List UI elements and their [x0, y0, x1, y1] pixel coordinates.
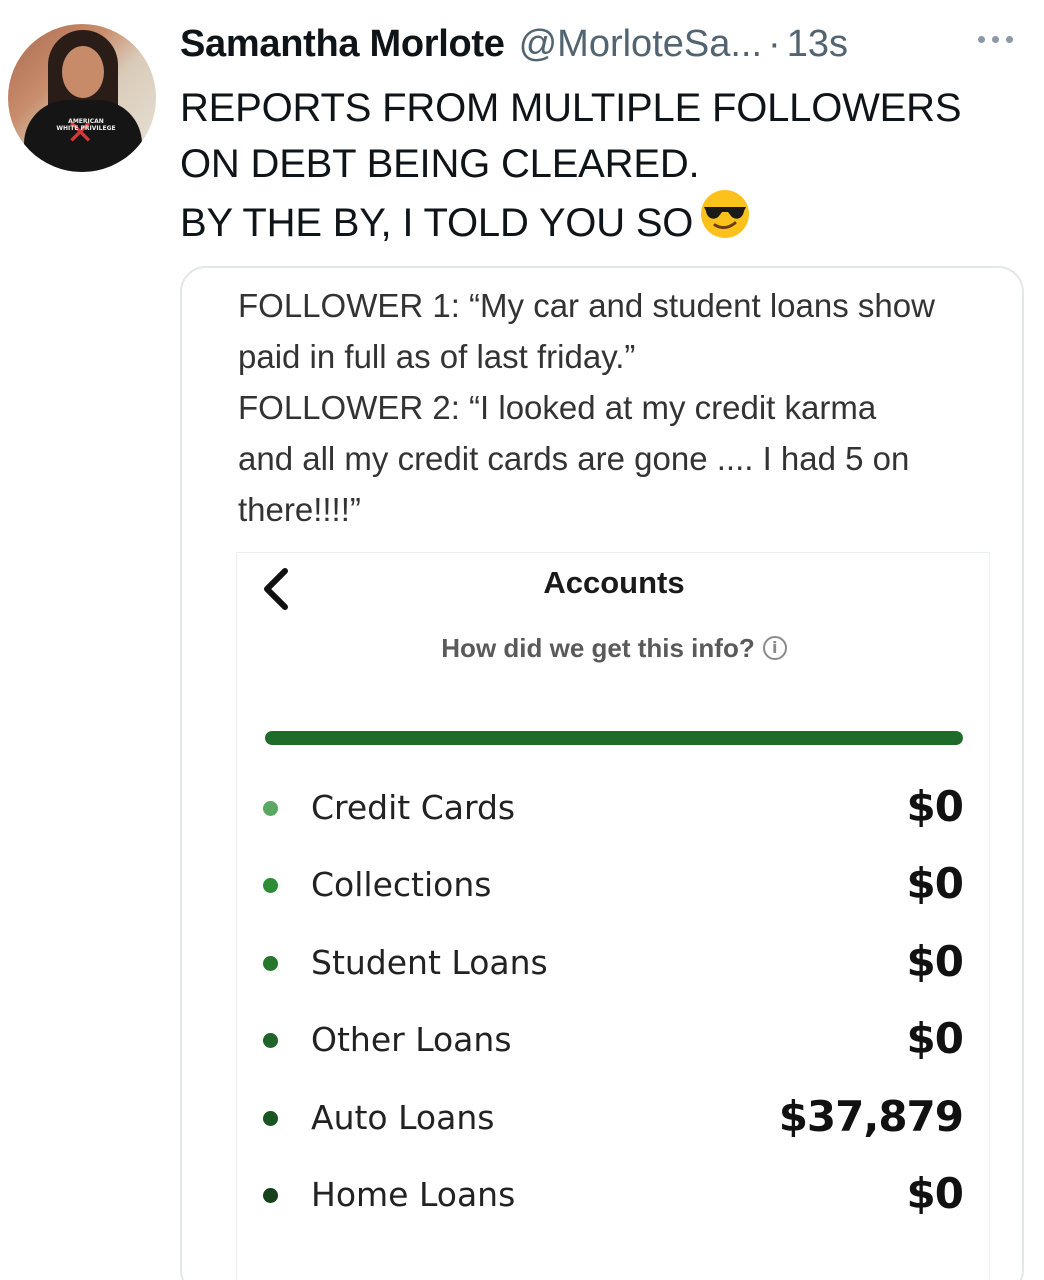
accounts-title: Accounts — [543, 565, 685, 600]
account-label: Student Loans — [311, 942, 548, 982]
tweet-text: REPORTS FROM MULTIPLE FOLLOWERS ON DEBT … — [180, 80, 962, 259]
account-row[interactable]: Auto Loans $37,879 — [237, 1088, 991, 1148]
progress-fill — [265, 731, 963, 745]
more-dot — [1006, 36, 1013, 43]
tweet-header: Samantha Morlote @MorloteSa... · 13s — [180, 22, 848, 66]
account-value: $0 — [906, 859, 964, 909]
account-value: $0 — [906, 936, 964, 986]
account-label: Credit Cards — [311, 788, 516, 827]
bullet-icon — [263, 1188, 278, 1203]
more-options-icon[interactable] — [978, 30, 1013, 49]
tweet-line: ON DEBT BEING CLEARED. — [180, 142, 700, 186]
bullet-icon — [263, 1110, 278, 1126]
account-row[interactable]: Credit Cards $0 — [237, 778, 991, 838]
tweet-line-with-emoji: BY THE BY, I TOLD YOU SO — [180, 190, 961, 259]
avatar-face — [62, 46, 104, 98]
quote-line: there!!!!” — [238, 491, 361, 528]
account-row[interactable]: Other Loans $0 — [237, 1010, 991, 1070]
account-row[interactable]: Collections $0 — [237, 855, 991, 915]
account-label: Other Loans — [311, 1020, 512, 1060]
quote-line: paid in full as of last friday.” — [238, 338, 636, 375]
quoted-text: FOLLOWER 1: “My car and student loans sh… — [238, 280, 935, 535]
account-value: $0 — [906, 782, 964, 831]
quote-line: FOLLOWER 1: “My car and student loans sh… — [238, 287, 935, 324]
author-handle[interactable]: @MorloteSa... — [519, 23, 762, 66]
bullet-icon — [263, 878, 278, 894]
header-separator: · — [768, 22, 781, 65]
account-value: $37,879 — [778, 1091, 964, 1141]
tweet-line: REPORTS FROM MULTIPLE FOLLOWERS — [180, 86, 962, 130]
account-label: Collections — [311, 865, 492, 905]
accounts-screenshot: Accounts How did we get this info? i Cred… — [236, 552, 990, 1280]
author-avatar[interactable]: ✕ AMERICAN WHITE PRIVILEGE — [8, 24, 156, 172]
quote-line: FOLLOWER 2: “I looked at my credit karma — [238, 389, 877, 426]
account-label: Home Loans — [311, 1175, 516, 1214]
bullet-icon — [263, 801, 278, 816]
bullet-icon — [263, 955, 278, 971]
more-dot — [978, 36, 985, 43]
bullet-icon — [263, 1033, 278, 1049]
quote-line: and all my credit cards are gone .... I … — [238, 440, 910, 477]
avatar-shirt-text: AMERICAN WHITE PRIVILEGE — [56, 118, 116, 132]
account-row[interactable]: Student Loans $0 — [237, 933, 991, 993]
account-label: Auto Loans — [311, 1097, 495, 1137]
quoted-tweet-card[interactable]: FOLLOWER 1: “My car and student loans sh… — [180, 266, 1024, 1280]
tweet-line: BY THE BY, I TOLD YOU SO — [180, 201, 694, 246]
account-row[interactable]: Home Loans $0 — [237, 1165, 991, 1225]
info-link-text: How did we get this info? — [441, 633, 755, 663]
accounts-progress-bar — [265, 731, 963, 745]
account-value: $0 — [906, 1014, 964, 1064]
info-icon: i — [762, 636, 787, 661]
more-dot — [992, 36, 999, 43]
author-name[interactable]: Samantha Morlote — [180, 23, 505, 66]
tweet-timestamp[interactable]: 13s — [787, 23, 848, 66]
how-did-we-get-info-link[interactable]: How did we get this info? i — [237, 633, 991, 664]
sunglasses-emoji-icon — [699, 188, 751, 255]
account-value: $0 — [906, 1169, 964, 1218]
